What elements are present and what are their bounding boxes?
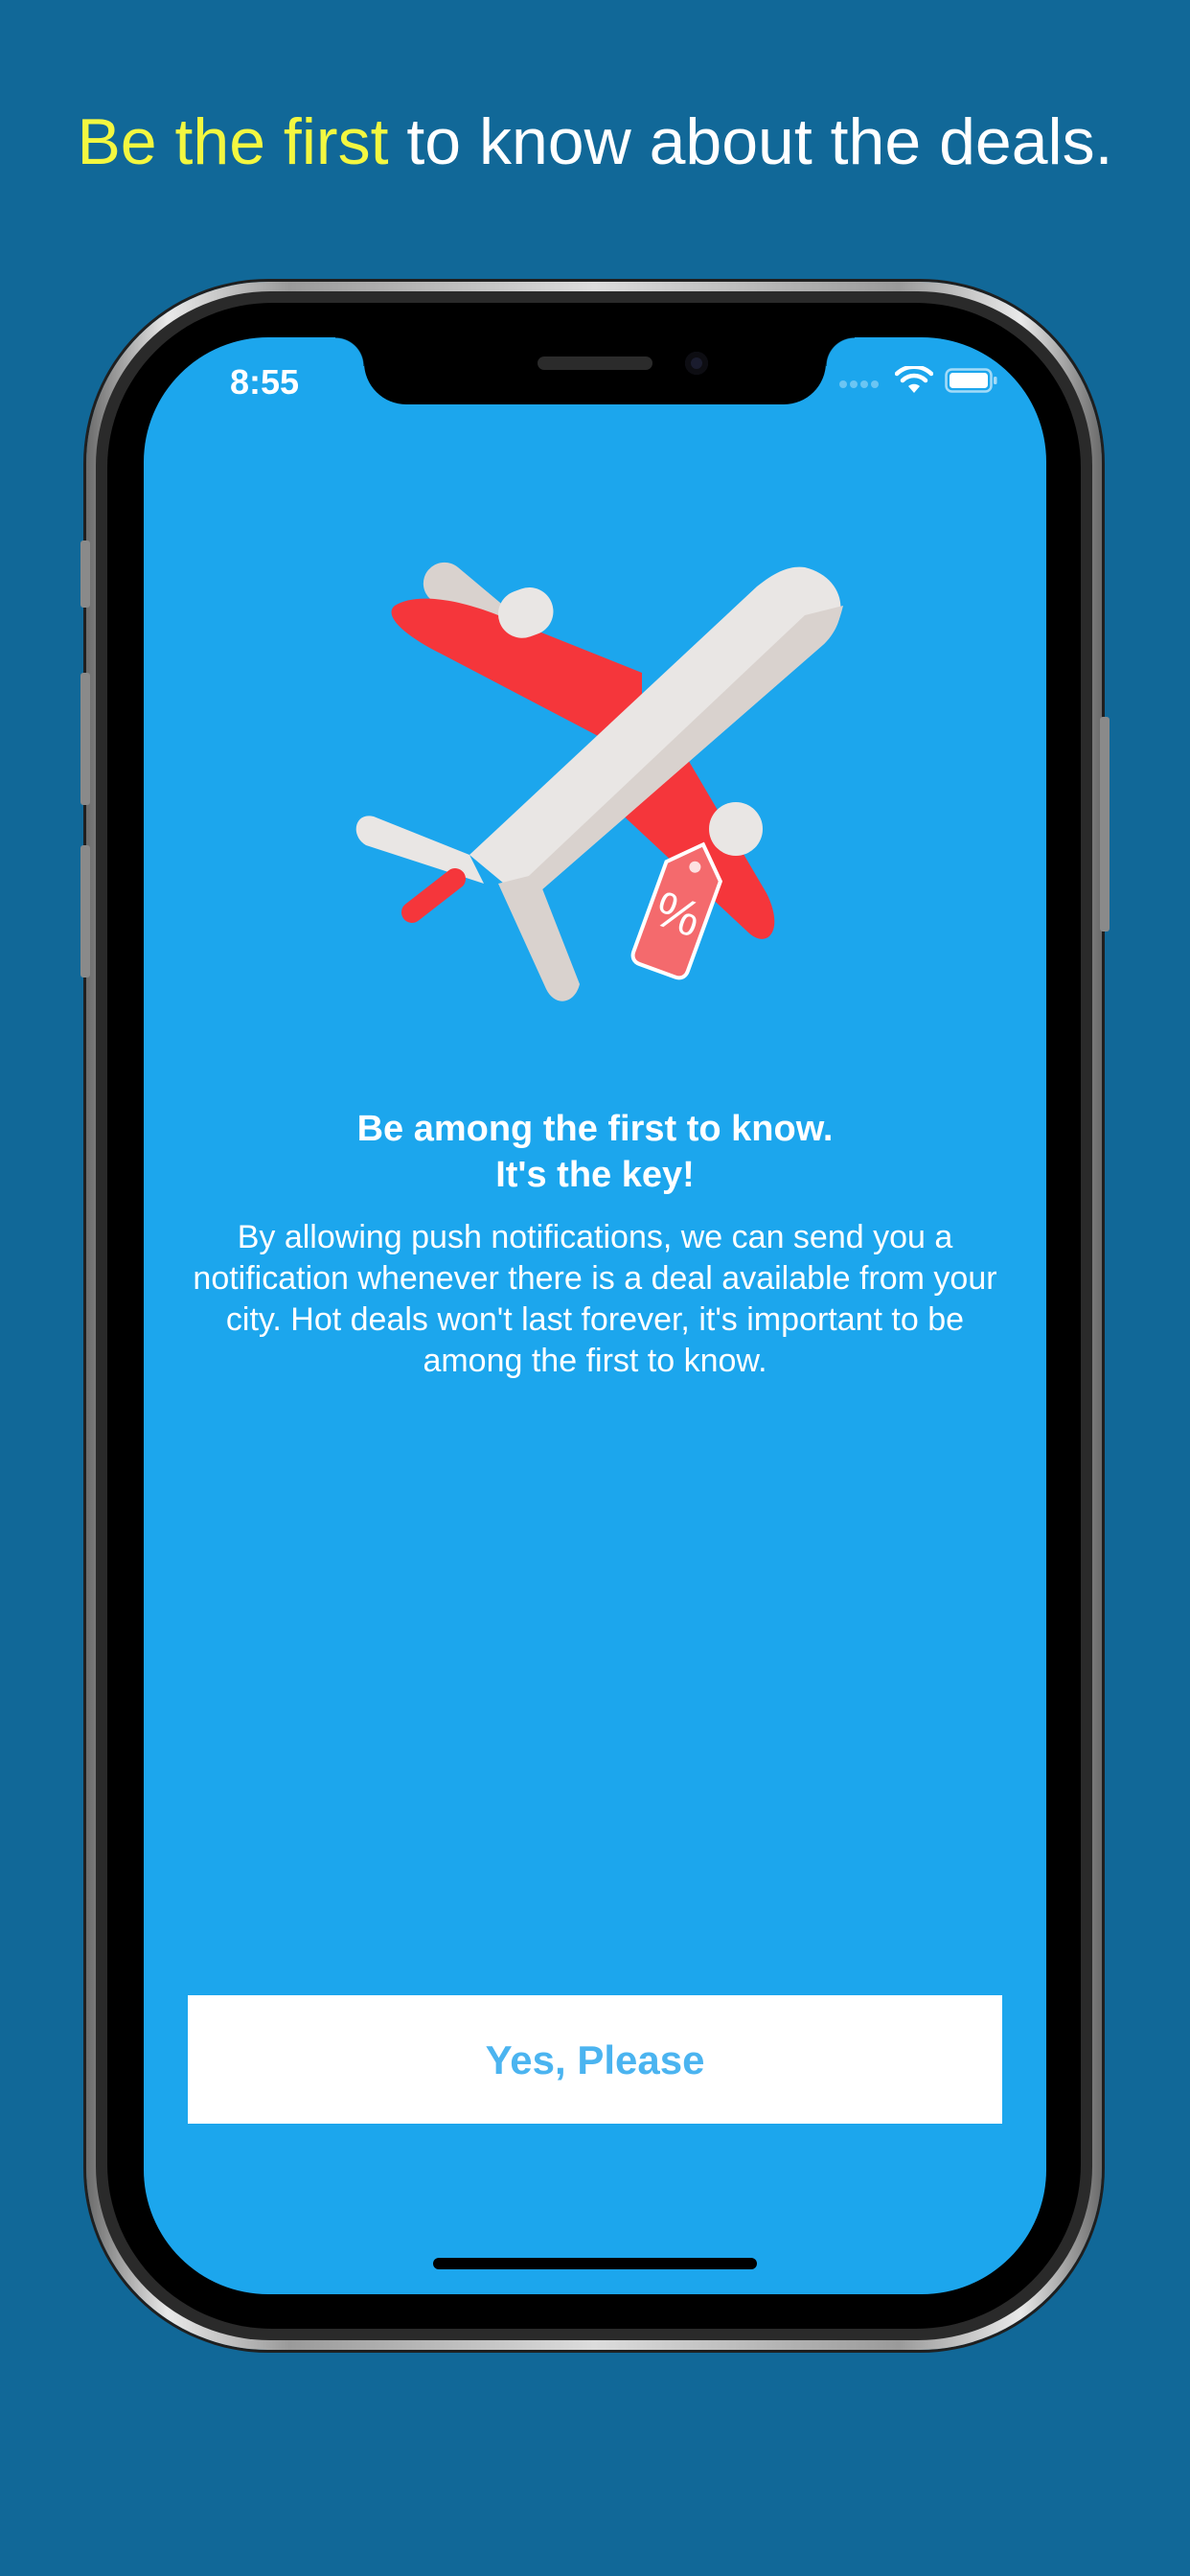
airplane-illustration: % <box>355 562 843 1001</box>
volume-down-button <box>80 845 90 978</box>
marketing-headline: Be the first to know about the deals. <box>0 100 1190 184</box>
volume-up-button <box>80 673 90 805</box>
onboarding-description: By allowing push notifications, we can s… <box>193 1219 997 1379</box>
mute-switch <box>80 540 90 608</box>
wifi-icon <box>895 366 933 393</box>
title-line-2: It's the key! <box>495 1155 695 1195</box>
speaker-grille <box>538 356 652 370</box>
phone-screen: 8:55 % Be among the first to know. It's … <box>144 337 1046 2294</box>
enable-notifications-button[interactable]: Yes, Please <box>188 1995 1002 2124</box>
notch <box>335 337 855 404</box>
headline-rest: to know about the deals. <box>388 105 1113 178</box>
front-camera <box>685 352 708 375</box>
cellular-signal-icon <box>839 376 883 388</box>
battery-icon <box>945 368 997 393</box>
title-line-1: Be among the first to know. <box>356 1109 834 1149</box>
power-button <box>1100 717 1110 932</box>
headline-highlight: Be the first <box>77 105 389 178</box>
status-time: 8:55 <box>230 362 300 402</box>
airplane-icon <box>355 562 843 1001</box>
home-indicator[interactable] <box>433 2258 757 2269</box>
onboarding-title: Be among the first to know. It's the key… <box>144 1106 1046 1198</box>
